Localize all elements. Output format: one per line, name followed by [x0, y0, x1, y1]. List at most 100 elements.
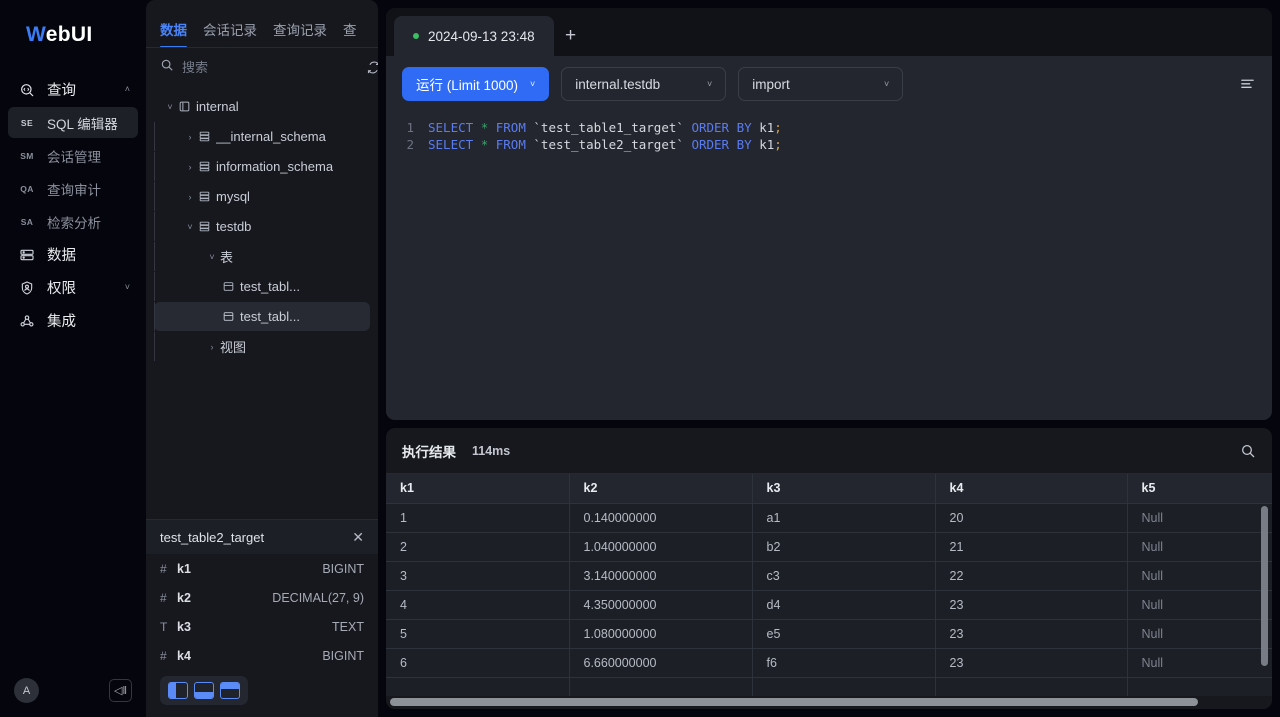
code-line: 2 SELECT * FROM `test_table2_target` ORD…	[386, 137, 1272, 154]
sidebar-item-search-analysis[interactable]: SA 检索分析	[8, 206, 138, 237]
cell: Null	[1127, 648, 1272, 678]
sql-code-editor[interactable]: 1 SELECT * FROM `test_table1_target` ORD…	[386, 112, 1272, 420]
table-row[interactable]	[386, 677, 1272, 696]
sql-keyword: SELECT	[428, 120, 474, 135]
chevron-down-icon: ˅	[167, 101, 173, 112]
column-type: BIGINT	[322, 648, 364, 663]
cell: a1	[752, 503, 936, 533]
tree-node-internal-schema[interactable]: › __internal_schema	[154, 122, 370, 151]
search-icon	[160, 58, 174, 77]
mode-select[interactable]: import ˅	[738, 67, 904, 101]
mode-select-value: import	[752, 76, 790, 92]
cell: 2	[386, 532, 570, 562]
sidebar-item-query[interactable]: 查询 ˄	[8, 74, 138, 105]
tree-tab-bar: 数据 会话记录 查询记录 查	[146, 0, 378, 48]
tab-query-history[interactable]: 查询记录	[273, 19, 327, 47]
refresh-icon[interactable]	[366, 60, 378, 75]
table-row[interactable]: 2 1.040000000 b2 21 Null	[386, 532, 1272, 562]
column-row[interactable]: # k1 BIGINT	[146, 554, 378, 583]
app-root: WebUI 查询 ˄ SE SQL 编辑器 SM 会话管理 QA 查询审计 SA…	[0, 0, 1280, 717]
columns-card-title: test_table2_target	[160, 529, 265, 545]
database-icon	[198, 190, 216, 203]
tree-node-tables-folder[interactable]: ˅ 表	[154, 242, 370, 271]
code-search-icon	[16, 82, 38, 98]
tree-search-bar	[146, 48, 378, 86]
sidebar-item-query-audit[interactable]: QA 查询审计	[8, 173, 138, 204]
split-top-icon[interactable]	[220, 682, 240, 699]
search-input[interactable]	[182, 59, 358, 75]
split-bottom-icon[interactable]	[194, 682, 214, 699]
table-row[interactable]: 1 0.140000000 a1 20 Null	[386, 503, 1272, 533]
sidebar-abbr: QA	[20, 183, 34, 194]
tree-node-table-1[interactable]: test_tabl...	[154, 272, 370, 301]
avatar[interactable]: A	[14, 678, 39, 703]
sidebar-abbr: SA	[20, 216, 34, 227]
tree-node-label: test_tabl...	[240, 279, 300, 294]
cell: 0.140000000	[569, 503, 753, 533]
close-icon[interactable]: ✕	[352, 530, 364, 544]
tree-node-table-2[interactable]: test_tabl...	[154, 302, 370, 331]
sidebar-item-label: 会话管理	[47, 149, 101, 165]
sql-keyword: FROM	[495, 120, 526, 135]
results-horizontal-scrollbar[interactable]	[390, 698, 1198, 706]
sql-keyword: SELECT	[428, 136, 474, 152]
sidebar-item-label: SQL 编辑器	[47, 116, 118, 132]
cell: e5	[752, 619, 936, 649]
query-tab[interactable]: 2024-09-13 23:48	[394, 16, 554, 56]
cell: 23	[935, 590, 1128, 620]
tree-node-mysql[interactable]: › mysql	[154, 182, 370, 211]
sidebar-item-sql-editor[interactable]: SE SQL 编辑器	[8, 107, 138, 138]
column-header-k3[interactable]: k3	[752, 474, 936, 504]
collapse-sidebar-button[interactable]: ◁ǁ	[109, 679, 132, 702]
tree-node-testdb[interactable]: ˅ testdb	[154, 212, 370, 241]
run-button-label: 运行 (Limit 1000)	[416, 78, 519, 93]
catalog-icon	[178, 100, 196, 113]
tree-node-information-schema[interactable]: › information_schema	[154, 152, 370, 181]
column-row[interactable]: T k3 TEXT	[146, 612, 378, 641]
split-left-icon[interactable]	[168, 682, 188, 699]
cell: 1	[386, 503, 570, 533]
text-type-icon: T	[160, 619, 168, 634]
column-row[interactable]: # k2 DECIMAL(27, 9)	[146, 583, 378, 612]
column-header-k1[interactable]: k1	[386, 474, 570, 504]
line-number: 1	[406, 120, 414, 135]
sidebar-item-label: 数据	[47, 248, 76, 264]
cell: 3	[386, 561, 570, 591]
column-header-k5[interactable]: k5	[1127, 474, 1272, 504]
sql-column: k1	[759, 120, 775, 135]
chevron-down-icon: ˅	[187, 221, 193, 232]
table-row[interactable]: 3 3.140000000 c3 22 Null	[386, 561, 1272, 591]
table-row[interactable]: 4 4.350000000 d4 23 Null	[386, 590, 1272, 620]
database-icon	[198, 130, 216, 143]
sidebar-item-data[interactable]: 数据	[8, 239, 138, 270]
cell: b2	[752, 532, 936, 562]
sidebar-item-integration[interactable]: 集成	[8, 305, 138, 336]
table-row[interactable]: 5 1.080000000 e5 23 Null	[386, 619, 1272, 649]
sidebar-item-permission[interactable]: 权限 ˅	[8, 272, 138, 303]
tab-session-history[interactable]: 会话记录	[203, 19, 257, 47]
catalog-select[interactable]: internal.testdb ˅	[561, 67, 727, 101]
sql-editor-card: 2024-09-13 23:48 + 运行 (Limit 1000) ˅ int…	[386, 8, 1272, 420]
tab-data[interactable]: 数据	[160, 19, 187, 47]
column-name: k1	[177, 561, 191, 576]
tree-node-views-folder[interactable]: › 视图	[154, 332, 370, 361]
columns-card-header: test_table2_target ✕	[146, 520, 378, 554]
tab-truncated[interactable]: 查	[343, 19, 357, 47]
results-table: k1 k2 k3 k4 k5 1 0.140000000 a1 20 Null …	[386, 474, 1272, 696]
search-icon[interactable]	[1240, 443, 1256, 459]
format-align-icon[interactable]	[1239, 76, 1256, 93]
column-type: DECIMAL(27, 9)	[272, 590, 364, 605]
cell: 22	[935, 561, 1128, 591]
add-query-tab-button[interactable]: +	[554, 16, 588, 56]
sql-star: *	[480, 136, 489, 152]
chevron-down-icon: ˅	[530, 79, 536, 89]
table-row[interactable]: 6 6.660000000 f6 23 Null	[386, 648, 1272, 678]
run-button[interactable]: 运行 (Limit 1000) ˅	[402, 67, 550, 101]
results-vertical-scrollbar[interactable]	[1261, 506, 1268, 666]
tree-node-internal[interactable]: ˅ internal	[154, 92, 370, 121]
column-header-k2[interactable]: k2	[569, 474, 753, 504]
sidebar-item-session-manage[interactable]: SM 会话管理	[8, 140, 138, 171]
column-header-k4[interactable]: k4	[935, 474, 1128, 504]
column-row[interactable]: # k4 BIGINT	[146, 641, 378, 670]
cell: 21	[935, 532, 1128, 562]
